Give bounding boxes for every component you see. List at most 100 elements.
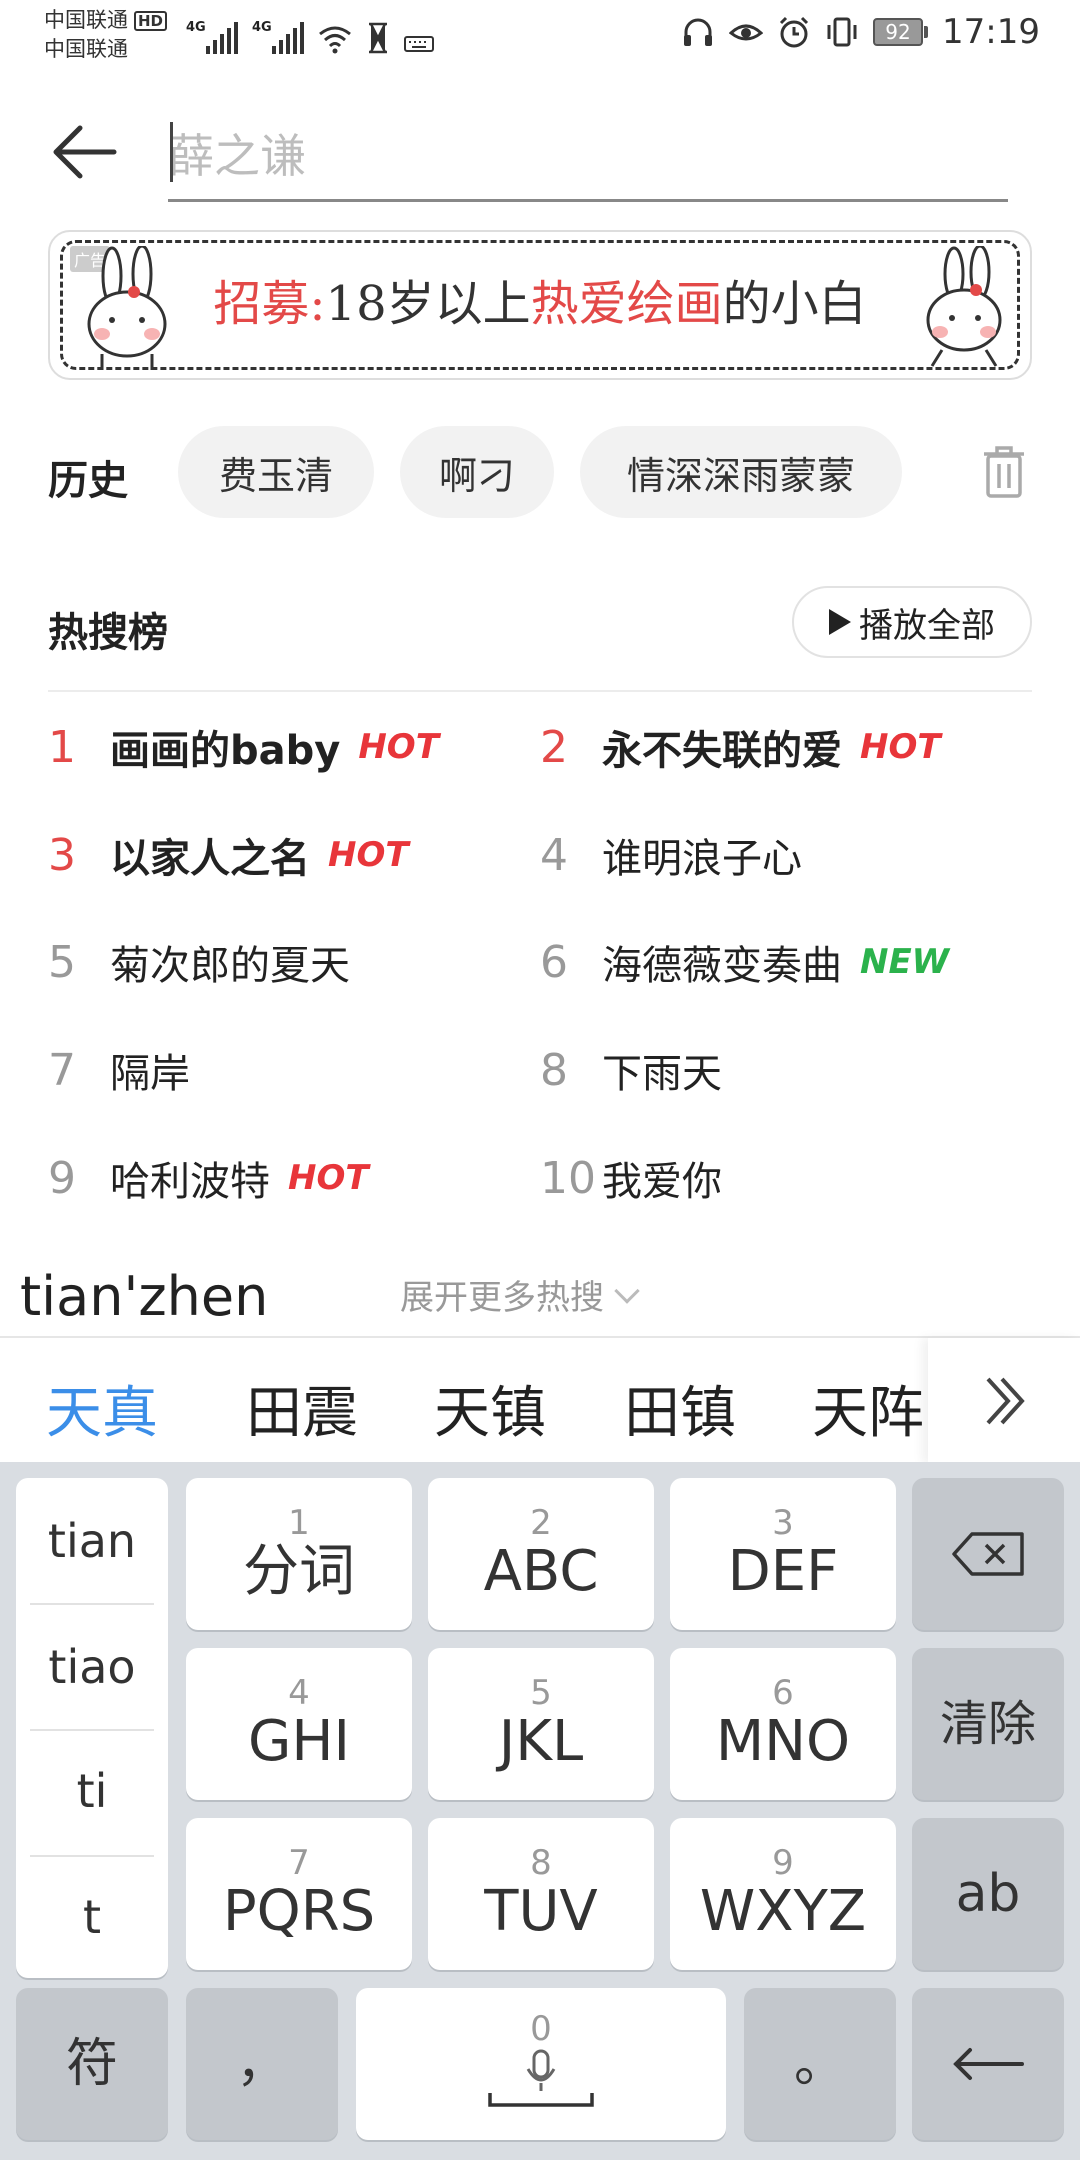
status-bar: 中国联通 HD 中国联通 4G 4G 92 17:19	[0, 0, 1080, 72]
ime-candidate-bar: 天真 田震 天镇 田镇 天阵	[0, 1336, 1080, 1462]
enter-icon	[953, 2048, 1024, 2080]
rank-number: 9	[48, 1152, 76, 1204]
expand-candidates-button[interactable]	[928, 1338, 1080, 1464]
symbol-key[interactable]: 符	[16, 1988, 168, 2140]
pinyin-option[interactable]: t	[16, 1854, 168, 1980]
play-all-button[interactable]: 播放全部	[792, 586, 1032, 658]
rank-number: 7	[48, 1044, 76, 1096]
signal-1-icon: 4G	[186, 20, 238, 54]
microphone-icon	[488, 2049, 594, 2107]
enter-key[interactable]	[912, 1988, 1064, 2140]
hot-tag: HOT	[860, 727, 941, 767]
ab-key[interactable]: ab	[912, 1818, 1064, 1970]
clear-key[interactable]: 清除	[912, 1648, 1064, 1800]
period-key[interactable]: 。	[744, 1988, 896, 2140]
hot-search-text: 下雨天	[602, 1051, 722, 1097]
key-9[interactable]: 9 WXYZ	[670, 1818, 896, 1970]
backspace-icon	[952, 1532, 1024, 1576]
hot-search-item[interactable]: 2 永不失联的爱 HOT	[540, 707, 941, 787]
expand-more-label: 展开更多热搜	[400, 1278, 604, 1318]
key-4[interactable]: 4 GHI	[186, 1648, 412, 1800]
play-icon	[829, 609, 851, 635]
signal-2-icon: 4G	[252, 20, 304, 54]
rank-number: 2	[540, 721, 568, 773]
hot-tag: HOT	[288, 1158, 369, 1198]
hot-search-text: 以家人之名	[110, 836, 310, 882]
hot-search-item[interactable]: 1 画画的baby HOT	[48, 707, 439, 787]
backspace-key[interactable]	[912, 1478, 1064, 1630]
vibrate-icon	[827, 17, 857, 47]
double-chevron-right-icon	[986, 1377, 1025, 1425]
bunny-right-icon	[926, 246, 1002, 367]
hot-search-item[interactable]: 4 谁明浪子心	[540, 815, 802, 895]
candidate[interactable]: 田镇	[624, 1368, 736, 1449]
history-chip[interactable]: 情深深雨蒙蒙	[580, 426, 902, 518]
rank-number: 10	[540, 1152, 596, 1204]
pinyin-option[interactable]: tian	[16, 1478, 168, 1604]
pinyin-options-column: tian tiao ti t	[16, 1478, 168, 1978]
hot-search-item[interactable]: 3 以家人之名 HOT	[48, 815, 409, 895]
trash-icon[interactable]	[980, 444, 1028, 500]
rank-number: 1	[48, 721, 76, 773]
play-all-label: 播放全部	[859, 605, 995, 646]
alarm-icon	[779, 16, 809, 48]
key-6[interactable]: 6 MNO	[670, 1648, 896, 1800]
rank-number: 5	[48, 936, 76, 988]
key-1[interactable]: 1 分词	[186, 1478, 412, 1630]
rank-number: 8	[540, 1044, 568, 1096]
pinyin-option[interactable]: ti	[16, 1728, 168, 1854]
recruit-banner[interactable]: 广告 招募:18岁以上热爱绘画的小白	[48, 230, 1032, 380]
search-input[interactable]	[168, 112, 1008, 202]
ime-composing-text: tian'zhen	[20, 1265, 269, 1328]
expand-more-hot-search[interactable]: 展开更多热搜	[400, 1270, 640, 1319]
hot-tag: HOT	[358, 727, 439, 767]
key-3[interactable]: 3 DEF	[670, 1478, 896, 1630]
history-label: 历史	[48, 458, 128, 504]
hot-search-item[interactable]: 8 下雨天	[540, 1030, 722, 1110]
hourglass-icon	[369, 22, 387, 54]
hot-search-title: 热搜榜	[48, 610, 168, 656]
candidate[interactable]: 天阵	[812, 1368, 924, 1449]
history-chip[interactable]: 啊刁	[400, 426, 554, 518]
back-arrow-icon[interactable]	[44, 112, 124, 192]
space-key[interactable]: 0	[356, 1988, 726, 2140]
carrier-info: 中国联通 HD 中国联通	[44, 6, 168, 64]
key-5[interactable]: 5 JKL	[428, 1648, 654, 1800]
new-tag: NEW	[860, 942, 950, 982]
hot-search-text: 隔岸	[110, 1051, 190, 1097]
key-7[interactable]: 7 PQRS	[186, 1818, 412, 1970]
rank-number: 3	[48, 829, 76, 881]
hd-badge: HD	[134, 10, 168, 31]
status-right: 92 17:19	[681, 12, 1040, 52]
hot-search-text: 菊次郎的夏天	[110, 943, 350, 989]
hot-search-item[interactable]: 5 菊次郎的夏天	[48, 922, 350, 1002]
wifi-icon	[319, 26, 351, 54]
text-caret	[170, 122, 173, 182]
hot-search-text: 谁明浪子心	[602, 836, 802, 882]
candidate[interactable]: 天真	[46, 1368, 158, 1449]
banner-text: 招募:18岁以上热爱绘画的小白	[213, 276, 867, 332]
hot-search-item[interactable]: 9 哈利波特 HOT	[48, 1138, 369, 1218]
key-2[interactable]: 2 ABC	[428, 1478, 654, 1630]
hot-search-item[interactable]: 6 海德薇变奏曲 NEW	[540, 922, 949, 1002]
history-chip[interactable]: 费玉清	[178, 426, 374, 518]
clock: 17:19	[942, 12, 1040, 52]
headphones-icon	[684, 18, 713, 46]
candidate[interactable]: 田震	[246, 1368, 358, 1449]
carrier-1: 中国联通	[44, 8, 128, 32]
hot-search-text: 海德薇变奏曲	[602, 943, 842, 989]
carrier-2: 中国联通	[44, 37, 128, 61]
key-8[interactable]: 8 TUV	[428, 1818, 654, 1970]
candidate[interactable]: 天镇	[434, 1368, 546, 1449]
rank-number: 4	[540, 829, 568, 881]
rank-number: 6	[540, 936, 568, 988]
chevron-down-icon	[614, 1277, 640, 1304]
ime-keyboard: tian tiao ti t 1 分词 2 ABC 3 DEF 4 GHI 5 JKL 6…	[0, 1462, 1080, 2160]
hot-search-item[interactable]: 10 我爱你	[540, 1138, 722, 1218]
hot-search-text: 我爱你	[602, 1159, 722, 1205]
keyboard-icon	[404, 36, 434, 52]
hot-search-item[interactable]: 7 隔岸	[48, 1030, 190, 1110]
hot-tag: HOT	[328, 835, 409, 875]
pinyin-option[interactable]: tiao	[16, 1604, 168, 1730]
comma-key[interactable]: ，	[186, 1988, 338, 2140]
